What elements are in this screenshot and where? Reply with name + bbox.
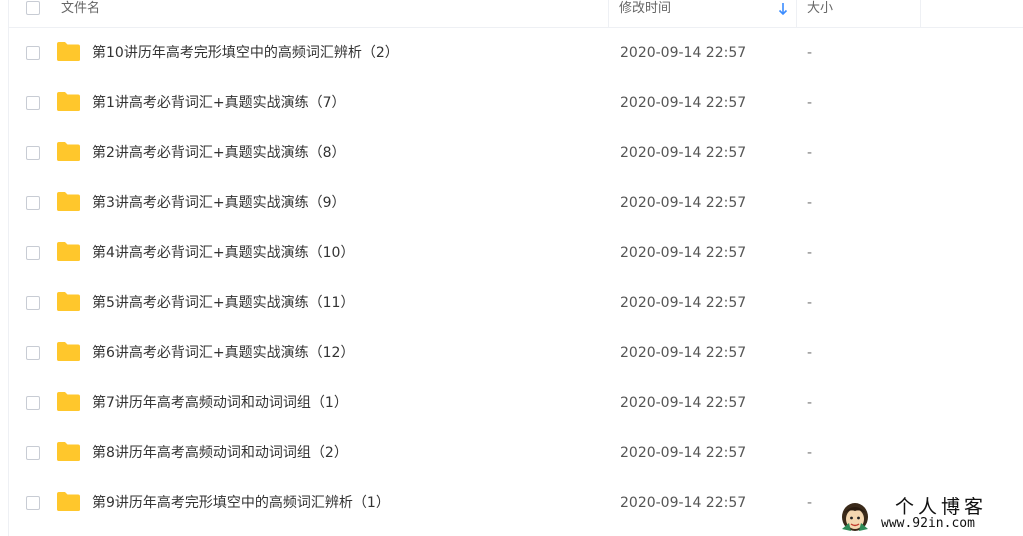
column-divider[interactable] <box>608 0 609 27</box>
file-size: - <box>807 95 813 111</box>
file-name[interactable]: 第10讲历年高考完形填空中的高频词汇辨析（2） <box>92 28 399 78</box>
file-size: - <box>807 195 813 211</box>
file-name[interactable]: 第5讲高考必背词汇+真题实战演练（11） <box>92 278 354 328</box>
row-checkbox[interactable] <box>26 296 40 310</box>
row-checkbox[interactable] <box>26 196 40 210</box>
file-row[interactable]: 第1讲高考必背词汇+真题实战演练（7） 2020-09-14 22:57 - <box>9 78 1023 128</box>
row-checkbox[interactable] <box>26 246 40 260</box>
column-divider[interactable] <box>920 0 921 27</box>
column-divider[interactable] <box>796 0 797 27</box>
folder-icon[interactable] <box>56 291 81 312</box>
file-row[interactable]: 第6讲高考必背词汇+真题实战演练（12） 2020-09-14 22:57 - <box>9 328 1023 378</box>
row-checkbox[interactable] <box>26 446 40 460</box>
file-size: - <box>807 45 813 61</box>
file-row[interactable]: 第2讲高考必背词汇+真题实战演练（8） 2020-09-14 22:57 - <box>9 128 1023 178</box>
file-size: - <box>807 145 813 161</box>
file-modified-time: 2020-09-14 22:57 <box>620 445 747 461</box>
file-name[interactable]: 第3讲高考必背词汇+真题实战演练（9） <box>92 178 346 228</box>
file-name[interactable]: 第4讲高考必背词汇+真题实战演练（10） <box>92 228 354 278</box>
file-list-header: 文件名 修改时间 大小 <box>9 0 1023 28</box>
file-size: - <box>807 295 813 311</box>
folder-icon[interactable] <box>56 441 81 462</box>
folder-icon[interactable] <box>56 191 81 212</box>
row-checkbox[interactable] <box>26 46 40 60</box>
folder-icon[interactable] <box>56 391 81 412</box>
avatar-icon <box>842 503 868 531</box>
file-modified-time: 2020-09-14 22:57 <box>620 95 747 111</box>
file-modified-time: 2020-09-14 22:57 <box>620 245 747 261</box>
folder-icon[interactable] <box>56 491 81 512</box>
folder-icon[interactable] <box>56 141 81 162</box>
file-name[interactable]: 第9讲历年高考完形填空中的高频词汇辨析（1） <box>92 478 390 528</box>
file-size: - <box>807 445 813 461</box>
file-row[interactable]: 第10讲历年高考完形填空中的高频词汇辨析（2） 2020-09-14 22:57 - <box>9 28 1023 78</box>
arrow-down-icon[interactable] <box>777 1 789 17</box>
file-name[interactable]: 第1讲高考必背词汇+真题实战演练（7） <box>92 78 346 128</box>
file-name[interactable]: 第8讲历年高考高频动词和动词词组（2） <box>92 428 348 478</box>
select-all-checkbox[interactable] <box>26 1 40 15</box>
file-row[interactable]: 第3讲高考必背词汇+真题实战演练（9） 2020-09-14 22:57 - <box>9 178 1023 228</box>
file-modified-time: 2020-09-14 22:57 <box>620 395 747 411</box>
file-modified-time: 2020-09-14 22:57 <box>620 295 747 311</box>
row-checkbox[interactable] <box>26 146 40 160</box>
row-checkbox[interactable] <box>26 96 40 110</box>
file-row[interactable]: 第5讲高考必背词汇+真题实战演练（11） 2020-09-14 22:57 - <box>9 278 1023 328</box>
column-header-name[interactable]: 文件名 <box>61 0 100 18</box>
file-name[interactable]: 第7讲历年高考高频动词和动词词组（1） <box>92 378 348 428</box>
file-size: - <box>807 245 813 261</box>
file-row[interactable]: 第4讲高考必背词汇+真题实战演练（10） 2020-09-14 22:57 - <box>9 228 1023 278</box>
folder-icon[interactable] <box>56 341 81 362</box>
file-modified-time: 2020-09-14 22:57 <box>620 345 747 361</box>
column-header-size[interactable]: 大小 <box>807 0 833 18</box>
file-list: 文件名 修改时间 大小 第10讲历年高考完形填空中的高频词汇辨析（2） 2020-… <box>8 0 1023 536</box>
column-header-modified-time[interactable]: 修改时间 <box>619 0 671 18</box>
file-modified-time: 2020-09-14 22:57 <box>620 145 747 161</box>
watermark-title: 个人博客 <box>895 496 988 518</box>
folder-icon[interactable] <box>56 241 81 262</box>
file-name[interactable]: 第2讲高考必背词汇+真题实战演练（8） <box>92 128 346 178</box>
file-row[interactable]: 第8讲历年高考高频动词和动词词组（2） 2020-09-14 22:57 - <box>9 428 1023 478</box>
folder-icon[interactable] <box>56 91 81 112</box>
row-checkbox[interactable] <box>26 496 40 510</box>
file-modified-time: 2020-09-14 22:57 <box>620 495 747 511</box>
watermark-url: www.92in.com <box>881 516 975 531</box>
file-size: - <box>807 345 813 361</box>
file-size: - <box>807 395 813 411</box>
file-name[interactable]: 第6讲高考必背词汇+真题实战演练（12） <box>92 328 354 378</box>
file-modified-time: 2020-09-14 22:57 <box>620 195 747 211</box>
file-size: - <box>807 495 813 511</box>
file-row[interactable]: 第7讲历年高考高频动词和动词词组（1） 2020-09-14 22:57 - <box>9 378 1023 428</box>
row-checkbox[interactable] <box>26 346 40 360</box>
file-modified-time: 2020-09-14 22:57 <box>620 45 747 61</box>
row-checkbox[interactable] <box>26 396 40 410</box>
watermark: 个人博客 www.92in.com <box>837 496 1023 536</box>
folder-icon[interactable] <box>56 41 81 62</box>
